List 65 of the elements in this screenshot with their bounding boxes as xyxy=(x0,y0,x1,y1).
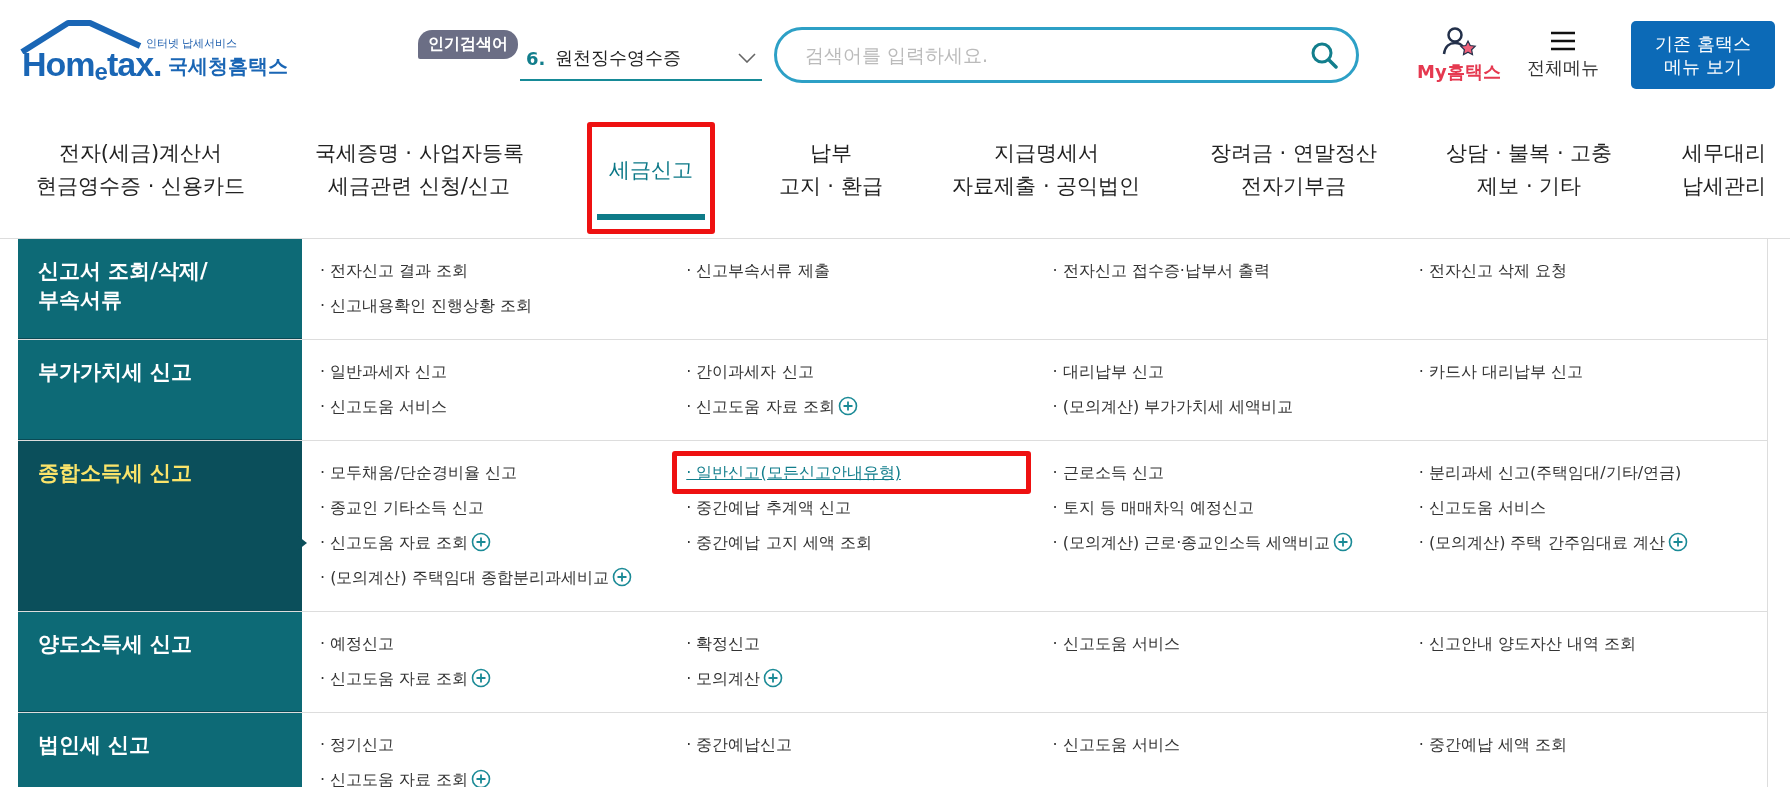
category-title: 종합소득세 신고 xyxy=(38,461,193,485)
menu-link[interactable]: · 모의계산 xyxy=(686,669,761,688)
nav-tab[interactable]: 국세증명 · 사업자등록 세금관련 신청/신고 xyxy=(308,110,530,238)
popular-search-label: 인기검색어 xyxy=(418,29,518,59)
category-cell[interactable]: 부가가치세 신고 xyxy=(18,340,302,440)
menu-link[interactable]: · 대리납부 신고 xyxy=(1052,362,1164,381)
nav-tab[interactable]: 지급명세서 자료제출 · 공익법인 xyxy=(946,110,1147,238)
menu-link[interactable]: · 근로소득 신고 xyxy=(1052,463,1164,482)
menu-link[interactable]: · 분리과세 신고(주택임대/기타/연금) xyxy=(1418,463,1682,482)
menu-link[interactable]: · 신고안내 양도자산 내역 조회 xyxy=(1418,634,1637,653)
menu-link[interactable]: · 신고부속서류 제출 xyxy=(686,261,830,280)
menu-link[interactable]: · (모의계산) 근로·종교인소득 세액비교 xyxy=(1052,533,1331,552)
category-title: 법인세 신고 xyxy=(38,733,151,757)
search-input[interactable]: 검색어를 입력하세요. xyxy=(803,43,1310,67)
menu-link[interactable]: · 신고도움 서비스 xyxy=(1052,735,1180,754)
menu-link[interactable]: · 전자신고 결과 조회 xyxy=(320,261,469,280)
category-title: 양도소득세 신고 xyxy=(38,632,193,656)
category-cell[interactable]: 신고서 조회/삭제/ 부속서류 xyxy=(18,239,302,339)
logo-tagline: 인터넷 납세서비스 xyxy=(146,36,238,51)
menu-link[interactable]: · 신고도움 서비스 xyxy=(320,397,448,416)
menu-link[interactable]: · 신고내용확인 진행상황 조회 xyxy=(320,296,533,315)
menu-link[interactable]: · 신고도움 서비스 xyxy=(1418,498,1546,517)
menu-link[interactable]: · 신고도움 자료 조회 xyxy=(320,770,469,787)
popular-keyword-dropdown[interactable]: 6. 원천징수영수증 xyxy=(520,37,762,81)
keyword-rank: 6. xyxy=(526,47,546,69)
search-field[interactable]: 검색어를 입력하세요. xyxy=(774,27,1359,83)
menu-link[interactable]: · 간이과세자 신고 xyxy=(686,362,814,381)
menu-link[interactable]: · 종교인 기타소득 신고 xyxy=(320,498,485,517)
category-title: 부가가치세 신고 xyxy=(38,360,193,384)
my-hometax-button[interactable]: My홈택스 xyxy=(1417,26,1501,84)
menu-link[interactable]: · 모두채움/단순경비율 신고 xyxy=(320,463,517,482)
nav-tab[interactable]: 세무대리 납세관리 xyxy=(1675,110,1772,238)
all-menu-button[interactable]: 전체메뉴 xyxy=(1526,30,1599,80)
menu-link[interactable]: · 토지 등 매매차익 예정신고 xyxy=(1052,498,1254,517)
nav-tab[interactable]: 장려금 · 연말정산 전자기부금 xyxy=(1203,110,1383,238)
menu-link[interactable]: · 중간예납신고 xyxy=(686,735,793,754)
menu-link[interactable]: · 전자신고 접수증·납부서 출력 xyxy=(1052,261,1270,280)
menu-link[interactable]: · 신고도움 자료 조회 xyxy=(686,397,835,416)
menu-link[interactable]: · 예정신고 xyxy=(320,634,395,653)
popular-keyword: 원천징수영수증 xyxy=(555,46,683,70)
menu-link[interactable]: · 신고도움 서비스 xyxy=(1052,634,1180,653)
menu-link[interactable]: · 일반과세자 신고 xyxy=(320,362,448,381)
nav-tab[interactable]: 납부 고지 · 환급 xyxy=(772,110,889,238)
nav-tab[interactable]: 세금신고 xyxy=(587,110,716,238)
category-cell[interactable]: 종합소득세 신고 xyxy=(18,441,302,611)
menu-link[interactable]: · 일반신고(모든신고안내유형) xyxy=(686,463,901,482)
menu-link[interactable]: · (모의계산) 주택 간주임대료 계산 xyxy=(1418,533,1665,552)
menu-link[interactable]: · (모의계산) 주택임대 종합분리과세비교 xyxy=(320,568,609,587)
category-title: 신고서 조회/삭제/ 부속서류 xyxy=(38,259,208,313)
menu-link[interactable]: · 중간예납 세액 조회 xyxy=(1418,735,1568,754)
logo-name[interactable]: 국세청홈택스 xyxy=(167,53,288,80)
menu-link[interactable]: · 신고도움 자료 조회 xyxy=(320,533,469,552)
menu-link[interactable]: · 정기신고 xyxy=(320,735,395,754)
menu-link[interactable]: · (모의계산) 부가가치세 세액비교 xyxy=(1052,397,1294,416)
category-cell[interactable]: 양도소득세 신고 xyxy=(18,612,302,712)
menu-link[interactable]: · 확정신고 xyxy=(686,634,761,653)
menu-link[interactable]: · 신고도움 자료 조회 xyxy=(320,669,469,688)
menu-link[interactable]: · 카드사 대리납부 신고 xyxy=(1418,362,1584,381)
nav-tab[interactable]: 상담 · 불복 · 고충 제보 · 기타 xyxy=(1440,110,1619,238)
classic-menu-button[interactable]: 기존 홈택스 메뉴 보기 xyxy=(1631,21,1775,89)
menu-link[interactable]: · 중간예납 추계액 신고 xyxy=(686,498,851,517)
nav-tab[interactable]: 전자(세금)계산서 현금영수증 · 신용카드 xyxy=(30,110,252,238)
menu-link[interactable]: · 전자신고 삭제 요청 xyxy=(1418,261,1568,280)
menu-link[interactable]: · 중간예납 고지 세액 조회 xyxy=(686,533,872,552)
category-cell[interactable]: 법인세 신고 xyxy=(18,713,302,787)
